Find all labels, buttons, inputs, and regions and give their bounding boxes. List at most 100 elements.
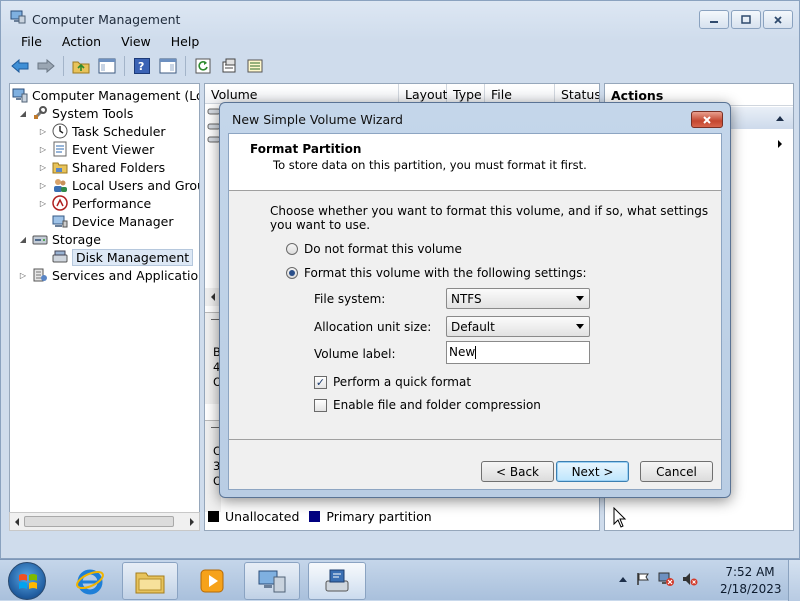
column-header-volume[interactable]: Volume (205, 84, 399, 104)
more-actions-arrow-icon[interactable] (777, 139, 783, 149)
start-button[interactable] (8, 562, 46, 600)
collapse-up-icon[interactable] (775, 114, 785, 122)
dialog-close-button[interactable] (691, 111, 723, 128)
minimize-button[interactable] (699, 10, 729, 29)
collapsed-triangle-icon[interactable]: ▷ (38, 163, 48, 172)
tree-item-computer-management[interactable]: Computer Management (Local (12, 86, 199, 104)
clock-date: 2/18/2023 (720, 582, 782, 596)
divider (211, 319, 219, 320)
tree-item-performance[interactable]: ▷ Performance (38, 194, 151, 212)
taskbar-computer-management[interactable] (244, 562, 300, 600)
compression-checkbox[interactable] (314, 398, 327, 412)
close-icon (703, 115, 711, 124)
show-desktop-button[interactable] (788, 560, 800, 601)
back-arrow-icon (11, 59, 29, 73)
close-button[interactable] (763, 10, 793, 29)
scroll-left-icon[interactable] (209, 292, 217, 302)
show-hide-action-pane-button[interactable] (157, 55, 179, 77)
tree-item-device-manager[interactable]: Device Manager (52, 212, 174, 230)
column-header-type[interactable]: Type (447, 84, 485, 104)
column-header-layout[interactable]: Layout (399, 84, 448, 104)
tree-item-task-scheduler[interactable]: ▷ Task Scheduler (38, 122, 166, 140)
quick-format-option[interactable]: ✓ Perform a quick format (314, 375, 471, 389)
help-button[interactable]: ? (131, 55, 153, 77)
tree-item-event-viewer[interactable]: ▷ Event Viewer (38, 140, 154, 158)
network-disconnected-icon[interactable] (658, 572, 674, 586)
services-icon (32, 267, 48, 283)
back-button[interactable]: < Back (481, 461, 554, 482)
tree-item-label: Performance (72, 195, 152, 211)
maximize-button[interactable] (731, 10, 761, 29)
performance-icon (52, 195, 68, 211)
disk-management-view-button[interactable] (244, 55, 266, 77)
expanded-triangle-icon[interactable]: ◢ (18, 235, 28, 244)
computer-management-icon (12, 87, 28, 103)
device-manager-icon (52, 213, 68, 229)
collapsed-triangle-icon[interactable]: ▷ (38, 127, 48, 136)
collapsed-triangle-icon[interactable]: ▷ (18, 271, 28, 280)
tree-item-label: Event Viewer (72, 141, 155, 157)
tree-item-services-and-applications[interactable]: ▷ Services and Applications (18, 266, 199, 284)
clock-time: 7:52 AM (725, 565, 775, 579)
toolbar-separator (124, 56, 125, 76)
file-system-label: File system: (314, 292, 386, 306)
text-caret (475, 346, 477, 359)
tree-item-local-users-and-groups[interactable]: ▷ Local Users and Groups (38, 176, 199, 194)
do-not-format-option[interactable]: Do not format this volume (286, 242, 462, 256)
back-button[interactable] (9, 55, 31, 77)
up-one-level-button[interactable] (70, 55, 92, 77)
allocation-unit-size-value: Default (451, 320, 495, 334)
action-pane-icon (159, 58, 177, 74)
taskbar-internet-explorer[interactable] (62, 562, 118, 600)
format-volume-option[interactable]: Format this volume with the following se… (286, 266, 587, 280)
format-volume-label: Format this volume with the following se… (304, 266, 587, 280)
do-not-format-radio[interactable] (286, 243, 298, 255)
next-button[interactable]: Next > (556, 461, 629, 482)
column-header-status[interactable]: Status (555, 84, 599, 104)
expanded-triangle-icon[interactable]: ◢ (18, 109, 28, 118)
allocation-unit-size-dropdown[interactable]: Default (446, 316, 590, 337)
properties-button[interactable] (218, 55, 240, 77)
legend-label-unallocated: Unallocated (225, 509, 300, 524)
action-center-flag-icon[interactable] (636, 572, 650, 586)
show-hidden-icons-icon[interactable] (618, 575, 628, 583)
refresh-button[interactable] (192, 55, 214, 77)
forward-arrow-icon (37, 59, 55, 73)
volume-label-input[interactable]: New (446, 341, 590, 364)
quick-format-checkbox[interactable]: ✓ (314, 375, 327, 389)
collapsed-triangle-icon[interactable]: ▷ (38, 181, 48, 190)
volume-muted-icon[interactable] (682, 572, 698, 586)
taskbar-disk-management-wizard[interactable] (308, 562, 366, 600)
cancel-button[interactable]: Cancel (640, 461, 713, 482)
tree-item-storage[interactable]: ◢ Storage (18, 230, 101, 248)
page-subheading: To store data on this partition, you mus… (273, 158, 587, 172)
title-bar[interactable]: Computer Management (1, 1, 799, 33)
format-volume-radio[interactable] (286, 267, 298, 279)
compression-option[interactable]: Enable file and folder compression (314, 398, 541, 412)
forward-button[interactable] (35, 55, 57, 77)
storage-icon (32, 231, 48, 247)
collapsed-triangle-icon[interactable]: ▷ (38, 145, 48, 154)
collapsed-triangle-icon[interactable]: ▷ (38, 199, 48, 208)
tree-item-disk-management[interactable]: Disk Management (52, 248, 194, 266)
folder-icon (135, 572, 165, 594)
scroll-left-icon[interactable] (13, 517, 21, 527)
file-system-dropdown[interactable]: NTFS (446, 288, 590, 309)
show-hide-console-tree-button[interactable] (96, 55, 118, 77)
taskbar-media-player[interactable] (184, 562, 240, 600)
column-header-file-system[interactable]: File System (485, 84, 555, 117)
help-icon: ? (134, 58, 150, 74)
clock[interactable]: 7:52 AM 2/18/2023 (720, 564, 782, 598)
tree-horizontal-scrollbar[interactable] (9, 512, 200, 531)
tree-item-system-tools[interactable]: ◢ System Tools (18, 104, 133, 122)
menu-help[interactable]: Help (169, 34, 202, 49)
taskbar-windows-explorer[interactable] (122, 562, 178, 600)
scroll-thumb[interactable] (24, 516, 174, 527)
minimize-icon (710, 20, 718, 23)
maximize-icon (741, 15, 751, 24)
menu-action[interactable]: Action (60, 34, 103, 49)
scroll-right-icon[interactable] (188, 517, 196, 527)
menu-view[interactable]: View (119, 34, 153, 49)
tree-item-shared-folders[interactable]: ▷ Shared Folders (38, 158, 165, 176)
menu-file[interactable]: File (19, 34, 44, 49)
